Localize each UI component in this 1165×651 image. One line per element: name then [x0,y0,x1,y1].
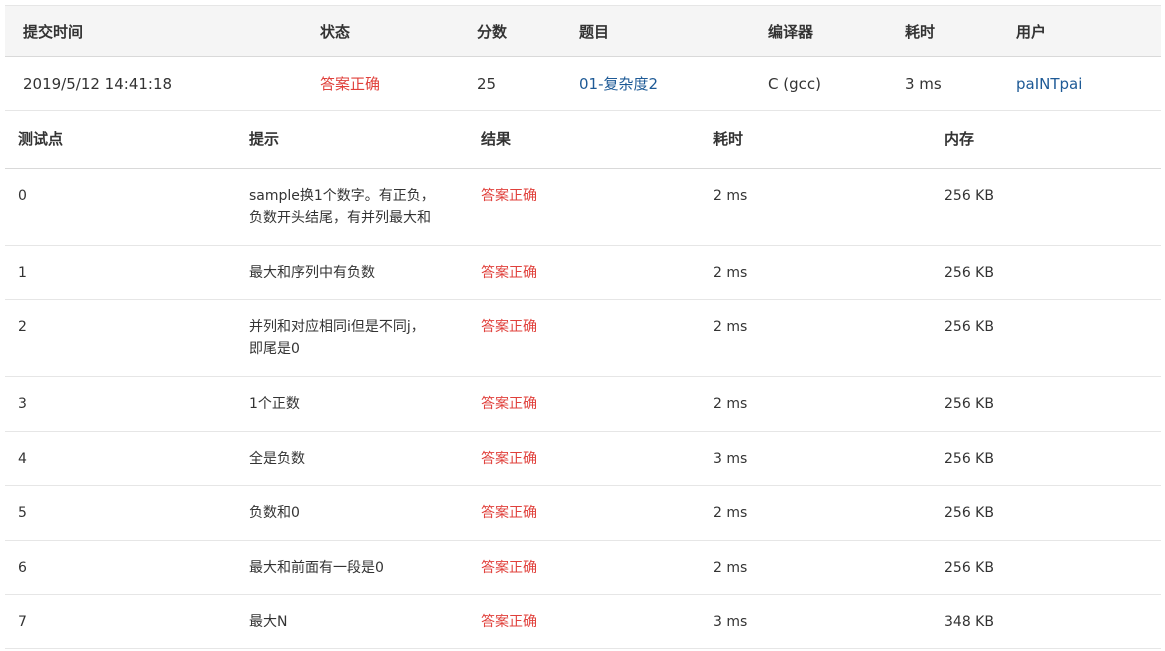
testcase-time: 2 ms [713,265,748,281]
header-status: 状态 [320,22,351,41]
table-row: 5 负数和0 答案正确 2 ms 256 KB [5,486,1161,541]
score: 25 [477,74,497,93]
status-accepted: 答案正确 [320,75,381,93]
header-memory: 内存 [944,130,975,148]
table-row: 3 1个正数 答案正确 2 ms 256 KB [5,377,1161,432]
submission-table: 提交时间 状态 分数 题目 编译器 耗时 用户 2019/5/12 14:41:… [5,5,1161,111]
testcase-hint: 最大N [249,614,288,630]
testcase-time: 2 ms [713,319,748,335]
testcase-rows: 0 sample换1个数字。有正负， 负数开头结尾，有并列最大和 答案正确 2 ms 2… [5,169,1161,649]
testcase-hint: sample换1个数字。有正负， 负数开头结尾，有并列最大和 [249,188,435,226]
table-row: 2 并列和对应相同i但是不同j， 即尾是0 答案正确 2 ms 256 KB [5,300,1161,377]
testcase-time: 2 ms [713,505,748,521]
testcase-memory: 256 KB [944,188,994,204]
testcase-time: 2 ms [713,188,748,204]
testcase-header-row: 测试点 提示 结果 耗时 内存 [5,110,1161,169]
testcase-id: 0 [18,188,27,204]
submission-row: 2019/5/12 14:41:18 答案正确 25 01-复杂度2 C (gc… [5,57,1161,111]
testcase-id: 3 [18,396,27,412]
testcase-hint: 最大和前面有一段是0 [249,560,384,576]
testcase-id: 5 [18,505,27,521]
submission-header-row: 提交时间 状态 分数 题目 编译器 耗时 用户 [5,5,1161,57]
testcase-memory: 256 KB [944,396,994,412]
testcase-hint: 并列和对应相同i但是不同j， 即尾是0 [249,319,425,357]
table-row: 4 全是负数 答案正确 3 ms 256 KB [5,432,1161,486]
testcase-result: 答案正确 [481,265,537,281]
testcase-result: 答案正确 [481,396,537,412]
testcase-memory: 256 KB [944,560,994,576]
testcase-hint: 1个正数 [249,396,300,412]
testcase-memory: 348 KB [944,614,994,630]
table-row: 1 最大和序列中有负数 答案正确 2 ms 256 KB [5,246,1161,300]
header-testcase: 测试点 [18,130,64,148]
testcase-result: 答案正确 [481,451,537,467]
header-user: 用户 [1016,22,1047,41]
testcase-result: 答案正确 [481,188,537,204]
testcase-id: 6 [18,560,27,576]
testcase-result: 答案正确 [481,614,537,630]
header-submit-time: 提交时间 [23,22,84,41]
table-row: 7 最大N 答案正确 3 ms 348 KB [5,595,1161,649]
testcase-memory: 256 KB [944,451,994,467]
testcase-result: 答案正确 [481,319,537,335]
submit-time: 2019/5/12 14:41:18 [23,74,173,93]
testcase-id: 1 [18,265,27,281]
table-row: 0 sample换1个数字。有正负， 负数开头结尾，有并列最大和 答案正确 2 ms 2… [5,169,1161,246]
testcase-hint: 全是负数 [249,451,305,467]
header-hint: 提示 [249,130,280,148]
testcase-result: 答案正确 [481,505,537,521]
testcase-id: 4 [18,451,27,467]
testcase-memory: 256 KB [944,265,994,281]
elapsed-time: 3 ms [905,74,942,93]
problem-link[interactable]: 01-复杂度2 [579,73,658,94]
header-result: 结果 [481,130,512,148]
table-row: 6 最大和前面有一段是0 答案正确 2 ms 256 KB [5,541,1161,595]
testcase-id: 2 [18,319,27,335]
header-elapsed: 耗时 [905,22,936,41]
testcase-time: 3 ms [713,614,748,630]
compiler: C (gcc) [768,74,821,93]
header-score: 分数 [477,22,508,41]
header-compiler: 编译器 [768,22,814,41]
header-time: 耗时 [713,130,744,148]
testcase-time: 2 ms [713,396,748,412]
testcase-result: 答案正确 [481,560,537,576]
header-problem: 题目 [579,22,610,41]
testcase-memory: 256 KB [944,505,994,521]
testcase-hint: 负数和0 [249,505,300,521]
testcase-time: 3 ms [713,451,748,467]
testcase-table: 测试点 提示 结果 耗时 内存 0 sample换1个数字。有正负， 负数开头结尾… [5,110,1161,649]
testcase-hint: 最大和序列中有负数 [249,265,375,281]
testcase-time: 2 ms [713,560,748,576]
testcase-id: 7 [18,614,27,630]
user-link[interactable]: paINTpai [1016,75,1082,93]
testcase-memory: 256 KB [944,319,994,335]
